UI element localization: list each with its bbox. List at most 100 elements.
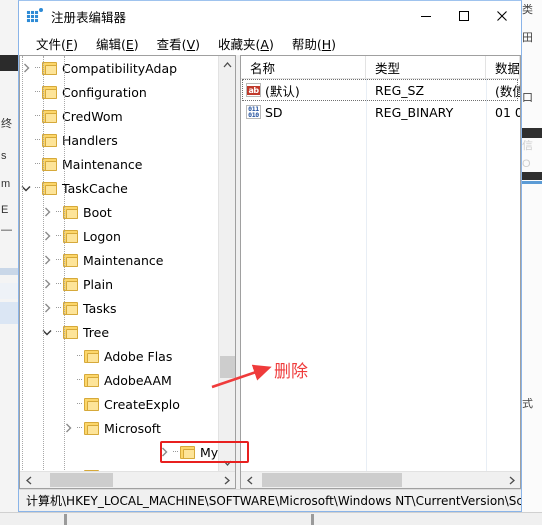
folder-icon: [84, 349, 99, 363]
maximize-button[interactable]: [445, 1, 483, 31]
list-scroll-right-icon[interactable]: [503, 472, 520, 488]
tree-item-label: AdobeAAM: [104, 372, 172, 388]
chevron-right-icon[interactable]: [156, 440, 172, 464]
folder-icon: [63, 277, 78, 291]
folder-icon: [42, 181, 57, 195]
tree-item-microsoft[interactable]: Microsoft: [20, 416, 235, 440]
close-button[interactable]: [483, 1, 521, 31]
registry-editor-window: 注册表编辑器 文件(F) 编辑(E) 查看(V) 收藏夹(A) 帮助(H) Co…: [18, 0, 522, 512]
chevron-right-icon[interactable]: [39, 200, 55, 224]
reg-sz-icon: ab: [246, 83, 261, 97]
chevron-right-icon[interactable]: [60, 416, 76, 440]
folder-icon: [84, 373, 99, 387]
tree-item-logon[interactable]: Logon: [20, 224, 235, 248]
folder-icon: [42, 133, 57, 147]
chevron-right-icon[interactable]: [39, 296, 55, 320]
tree-item-opera-sche[interactable]: Opera sche: [20, 464, 235, 471]
list-column-header-label: 数据: [495, 60, 520, 76]
minimize-button[interactable]: [407, 1, 445, 31]
tree-item-plain[interactable]: Plain: [20, 272, 235, 296]
tree-expander-placeholder: [60, 464, 76, 471]
tree-guide-dash: [55, 224, 63, 248]
tree-guide-dash: [55, 248, 63, 272]
tree-item-handlers[interactable]: Handlers: [20, 128, 235, 152]
chevron-right-icon[interactable]: [39, 248, 55, 272]
menu-item-file[interactable]: 文件(F): [27, 32, 87, 55]
registry-path-text: 计算机\HKEY_LOCAL_MACHINE\SOFTWARE\Microsof…: [26, 494, 521, 508]
list-column-header-1[interactable]: 名称: [241, 56, 366, 78]
registry-values-pane[interactable]: 名称 类型 数据 ab (默认) REG_SZ (数值未 011 010 SD REG_BINA…: [240, 55, 521, 489]
tree-item-taskcache[interactable]: TaskCache: [20, 176, 235, 200]
window-controls: [407, 1, 521, 31]
tree-horizontal-scroll-thumb[interactable]: [50, 473, 113, 487]
chevron-down-icon[interactable]: [39, 320, 55, 344]
tree-vertical-scrollbar[interactable]: [218, 56, 235, 471]
title-bar[interactable]: 注册表编辑器: [19, 1, 521, 31]
tree-scroll-right-icon[interactable]: [218, 472, 235, 488]
tree-scroll-down-icon[interactable]: [219, 454, 235, 471]
tree-expander-placeholder: [60, 392, 76, 416]
list-row[interactable]: 011 010 SD REG_BINARY 01 00 0: [241, 101, 520, 123]
tree-indent-guide: [22, 56, 23, 471]
menu-item-favorites[interactable]: 收藏夹(A): [209, 32, 283, 55]
background-bottom-tick-1: [64, 514, 67, 525]
tree-guide-dash: [76, 464, 84, 471]
tree-item-boot[interactable]: Boot: [20, 200, 235, 224]
tree-vertical-scroll-thumb[interactable]: [220, 356, 235, 378]
tree-item-tree[interactable]: Tree: [20, 320, 235, 344]
folder-icon: [42, 61, 57, 75]
tree-guide-dash: [34, 128, 42, 152]
background-right-fragment-0: 类: [522, 4, 533, 16]
tree-item-createexplo[interactable]: CreateExplo: [20, 392, 235, 416]
tree-item-label: Maintenance: [62, 156, 143, 172]
tree-item-adobeaam[interactable]: AdobeAAM: [20, 368, 235, 392]
tree-item-configuration[interactable]: Configuration: [20, 80, 235, 104]
tree-item-label: Microsoft: [104, 420, 161, 436]
list-cell-name-label: SD: [265, 104, 283, 120]
tree-item-label: TaskCache: [62, 180, 128, 196]
tree-item-label: Handlers: [62, 132, 118, 148]
background-right-fragment-4: O: [522, 158, 531, 170]
list-scroll-left-icon[interactable]: [241, 472, 258, 488]
list-column-header-3[interactable]: 数据: [486, 56, 520, 78]
tree-expander-placeholder: [60, 368, 76, 392]
background-left-dark-block: [0, 55, 18, 71]
menu-item-edit[interactable]: 编辑(E): [87, 32, 148, 55]
tree-guide-dash: [172, 440, 180, 464]
tree-expander-placeholder: [60, 344, 76, 368]
list-cell-type: REG_SZ: [375, 82, 425, 98]
list-column-headers: 名称 类型 数据: [241, 56, 520, 79]
tree-item-tasks[interactable]: Tasks: [20, 296, 235, 320]
tree-item-mysql[interactable]: MySQL: [20, 440, 235, 464]
list-horizontal-scrollbar[interactable]: [241, 471, 520, 488]
tree-item-maintenance[interactable]: Maintenance: [20, 248, 235, 272]
tree-item-credwom[interactable]: CredWom: [20, 104, 235, 128]
tree-item-maintenance[interactable]: Maintenance: [20, 152, 235, 176]
folder-icon: [63, 205, 78, 219]
tree-viewport[interactable]: CompatibilityAdap Configuration CredWom Han…: [20, 56, 235, 471]
background-left-bar-2: [0, 283, 20, 299]
tree-item-compatibilityadap[interactable]: CompatibilityAdap: [20, 56, 235, 80]
background-right-fragment-1: 田: [522, 32, 533, 44]
registry-tree-pane[interactable]: CompatibilityAdap Configuration CredWom Han…: [19, 55, 236, 489]
list-rows-container[interactable]: ab (默认) REG_SZ (数值未 011 010 SD REG_BINARY 01 00…: [241, 79, 520, 471]
background-right-window-strip: [520, 0, 542, 525]
tree-item-adobe-flas[interactable]: Adobe Flas: [20, 344, 235, 368]
list-row[interactable]: ab (默认) REG_SZ (数值未: [241, 79, 520, 101]
menu-item-view[interactable]: 查看(V): [148, 32, 209, 55]
tree-horizontal-scrollbar[interactable]: [20, 471, 235, 488]
tree-scroll-left-icon[interactable]: [20, 472, 37, 488]
list-cell-type: REG_BINARY: [375, 104, 454, 120]
window-title: 注册表编辑器: [51, 9, 127, 25]
list-column-header-2[interactable]: 类型: [366, 56, 486, 78]
chevron-right-icon[interactable]: [39, 272, 55, 296]
list-cell-data: (数值未: [495, 83, 520, 99]
tree-item-label: CompatibilityAdap: [62, 60, 178, 76]
tree-scroll-up-icon[interactable]: [219, 56, 235, 73]
chevron-right-icon[interactable]: [39, 224, 55, 248]
menu-item-help[interactable]: 帮助(H): [283, 32, 345, 55]
list-column-separator: [366, 79, 367, 471]
tree-guide-dash: [76, 368, 84, 392]
background-right-fragment-5: 式: [522, 398, 533, 410]
list-horizontal-scroll-thumb[interactable]: [262, 473, 402, 487]
